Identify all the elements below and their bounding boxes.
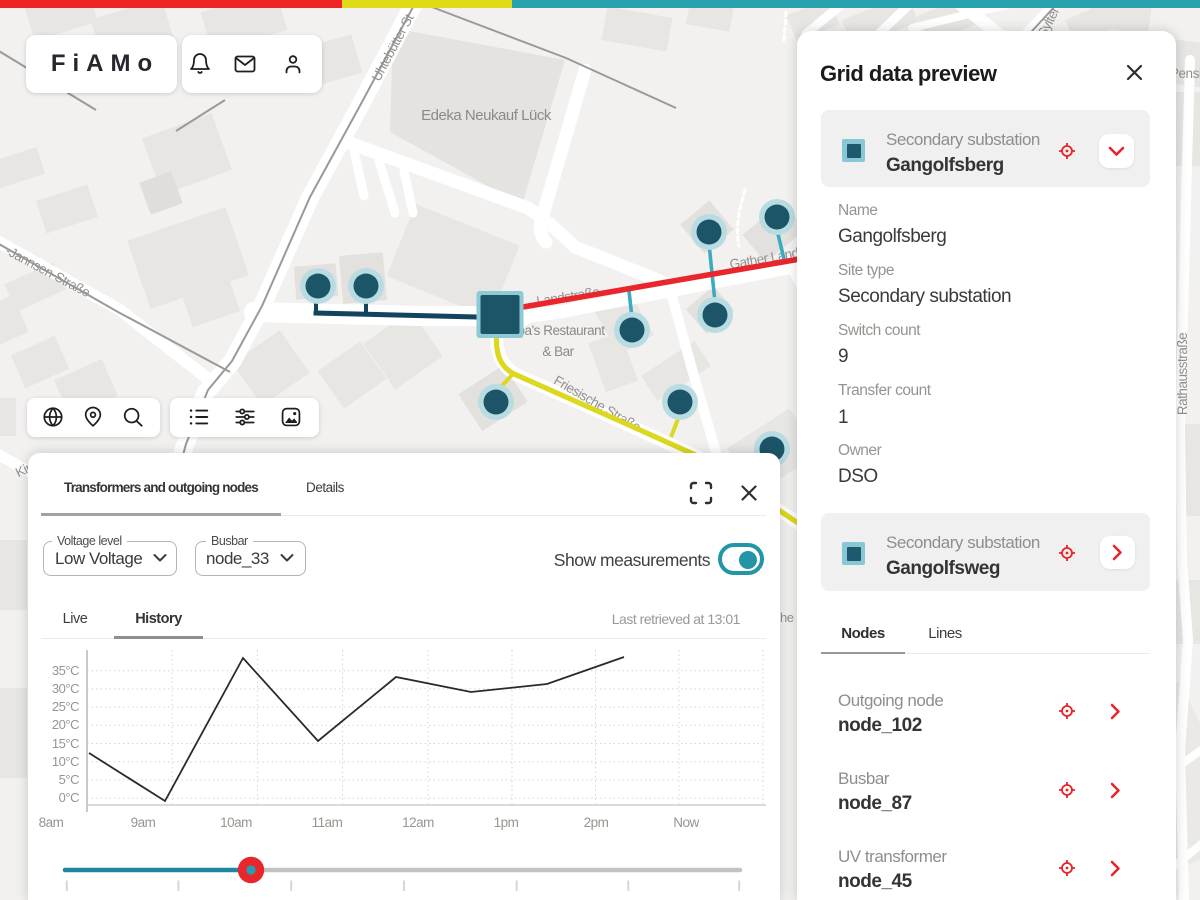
svg-text:pa's Restaurant: pa's Restaurant [518,323,606,338]
svg-text:0°C: 0°C [59,790,79,805]
svg-text:Edeka Neukauf Lück: Edeka Neukauf Lück [421,107,552,124]
svg-text:10am: 10am [220,815,252,830]
svg-text:9am: 9am [131,815,156,830]
svg-text:25°C: 25°C [52,699,79,714]
svg-text:Now: Now [673,815,699,830]
svg-text:15°C: 15°C [52,736,79,751]
svg-text:& Bar: & Bar [542,344,574,359]
svg-text:5°C: 5°C [59,772,79,787]
svg-text:35°C: 35°C [52,663,79,678]
svg-text:11am: 11am [312,815,343,830]
svg-text:12am: 12am [402,815,434,830]
svg-text:Rathausstraße: Rathausstraße [1175,333,1190,415]
svg-text:8am: 8am [39,815,64,830]
svg-text:20°C: 20°C [52,717,79,732]
svg-text:1pm: 1pm [494,815,519,830]
svg-text:10°C: 10°C [52,754,79,769]
svg-text:30°C: 30°C [52,681,79,696]
svg-text:2pm: 2pm [584,815,609,830]
svg-text:he: he [780,610,794,625]
